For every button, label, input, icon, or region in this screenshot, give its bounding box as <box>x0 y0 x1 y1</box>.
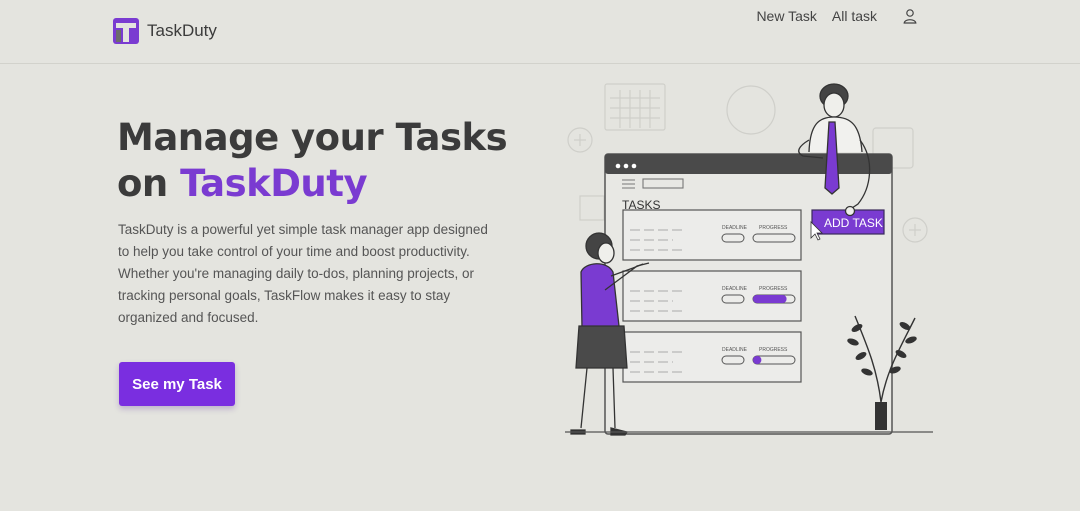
progress-fill <box>753 295 787 303</box>
card-progress-label: PROGRESS <box>759 347 788 353</box>
nav-new-task[interactable]: New Task <box>756 8 816 24</box>
task-board-illustration: TASKS DEADLINE PROGRESS DEADLINE PROGRES… <box>565 83 933 436</box>
card-progress-label: PROGRESS <box>759 225 788 231</box>
task-card: DEADLINE PROGRESS <box>622 270 802 322</box>
hero-title-brand: TaskDuty <box>180 162 368 205</box>
hero-title: Manage your Tasks on TaskDuty <box>117 115 508 207</box>
window-titlebar <box>605 154 892 174</box>
user-button[interactable] <box>898 4 922 28</box>
window-dot <box>615 163 621 169</box>
main-nav: New Task All task <box>756 4 922 28</box>
card-progress-label: PROGRESS <box>759 286 788 292</box>
hero-title-on: on <box>117 162 181 205</box>
card-deadline-label: DEADLINE <box>722 286 748 292</box>
logo[interactable]: TaskDuty <box>113 18 217 44</box>
see-my-task-button[interactable]: See my Task <box>119 362 235 406</box>
hero-title-line1: Manage your Tasks <box>117 116 508 159</box>
card-deadline-label: DEADLINE <box>722 347 748 353</box>
add-task-label: ADD TASK <box>824 216 883 230</box>
taskduty-logo-icon <box>113 18 139 44</box>
hero-description: TaskDuty is a powerful yet simple task m… <box>118 222 488 325</box>
task-cards: DEADLINE PROGRESS DEADLINE PROGRESS DEAD… <box>622 209 802 383</box>
card-deadline-label: DEADLINE <box>722 225 748 231</box>
nav-all-task[interactable]: All task <box>832 8 877 24</box>
task-card: DEADLINE PROGRESS <box>622 209 802 261</box>
top-header: TaskDuty New Task All task <box>0 0 1080 64</box>
window-dot <box>623 163 629 169</box>
progress-fill <box>753 356 762 364</box>
task-card: DEADLINE PROGRESS <box>622 331 802 383</box>
user-icon <box>903 9 917 24</box>
logo-text: TaskDuty <box>147 21 217 40</box>
window-dot <box>631 163 637 169</box>
